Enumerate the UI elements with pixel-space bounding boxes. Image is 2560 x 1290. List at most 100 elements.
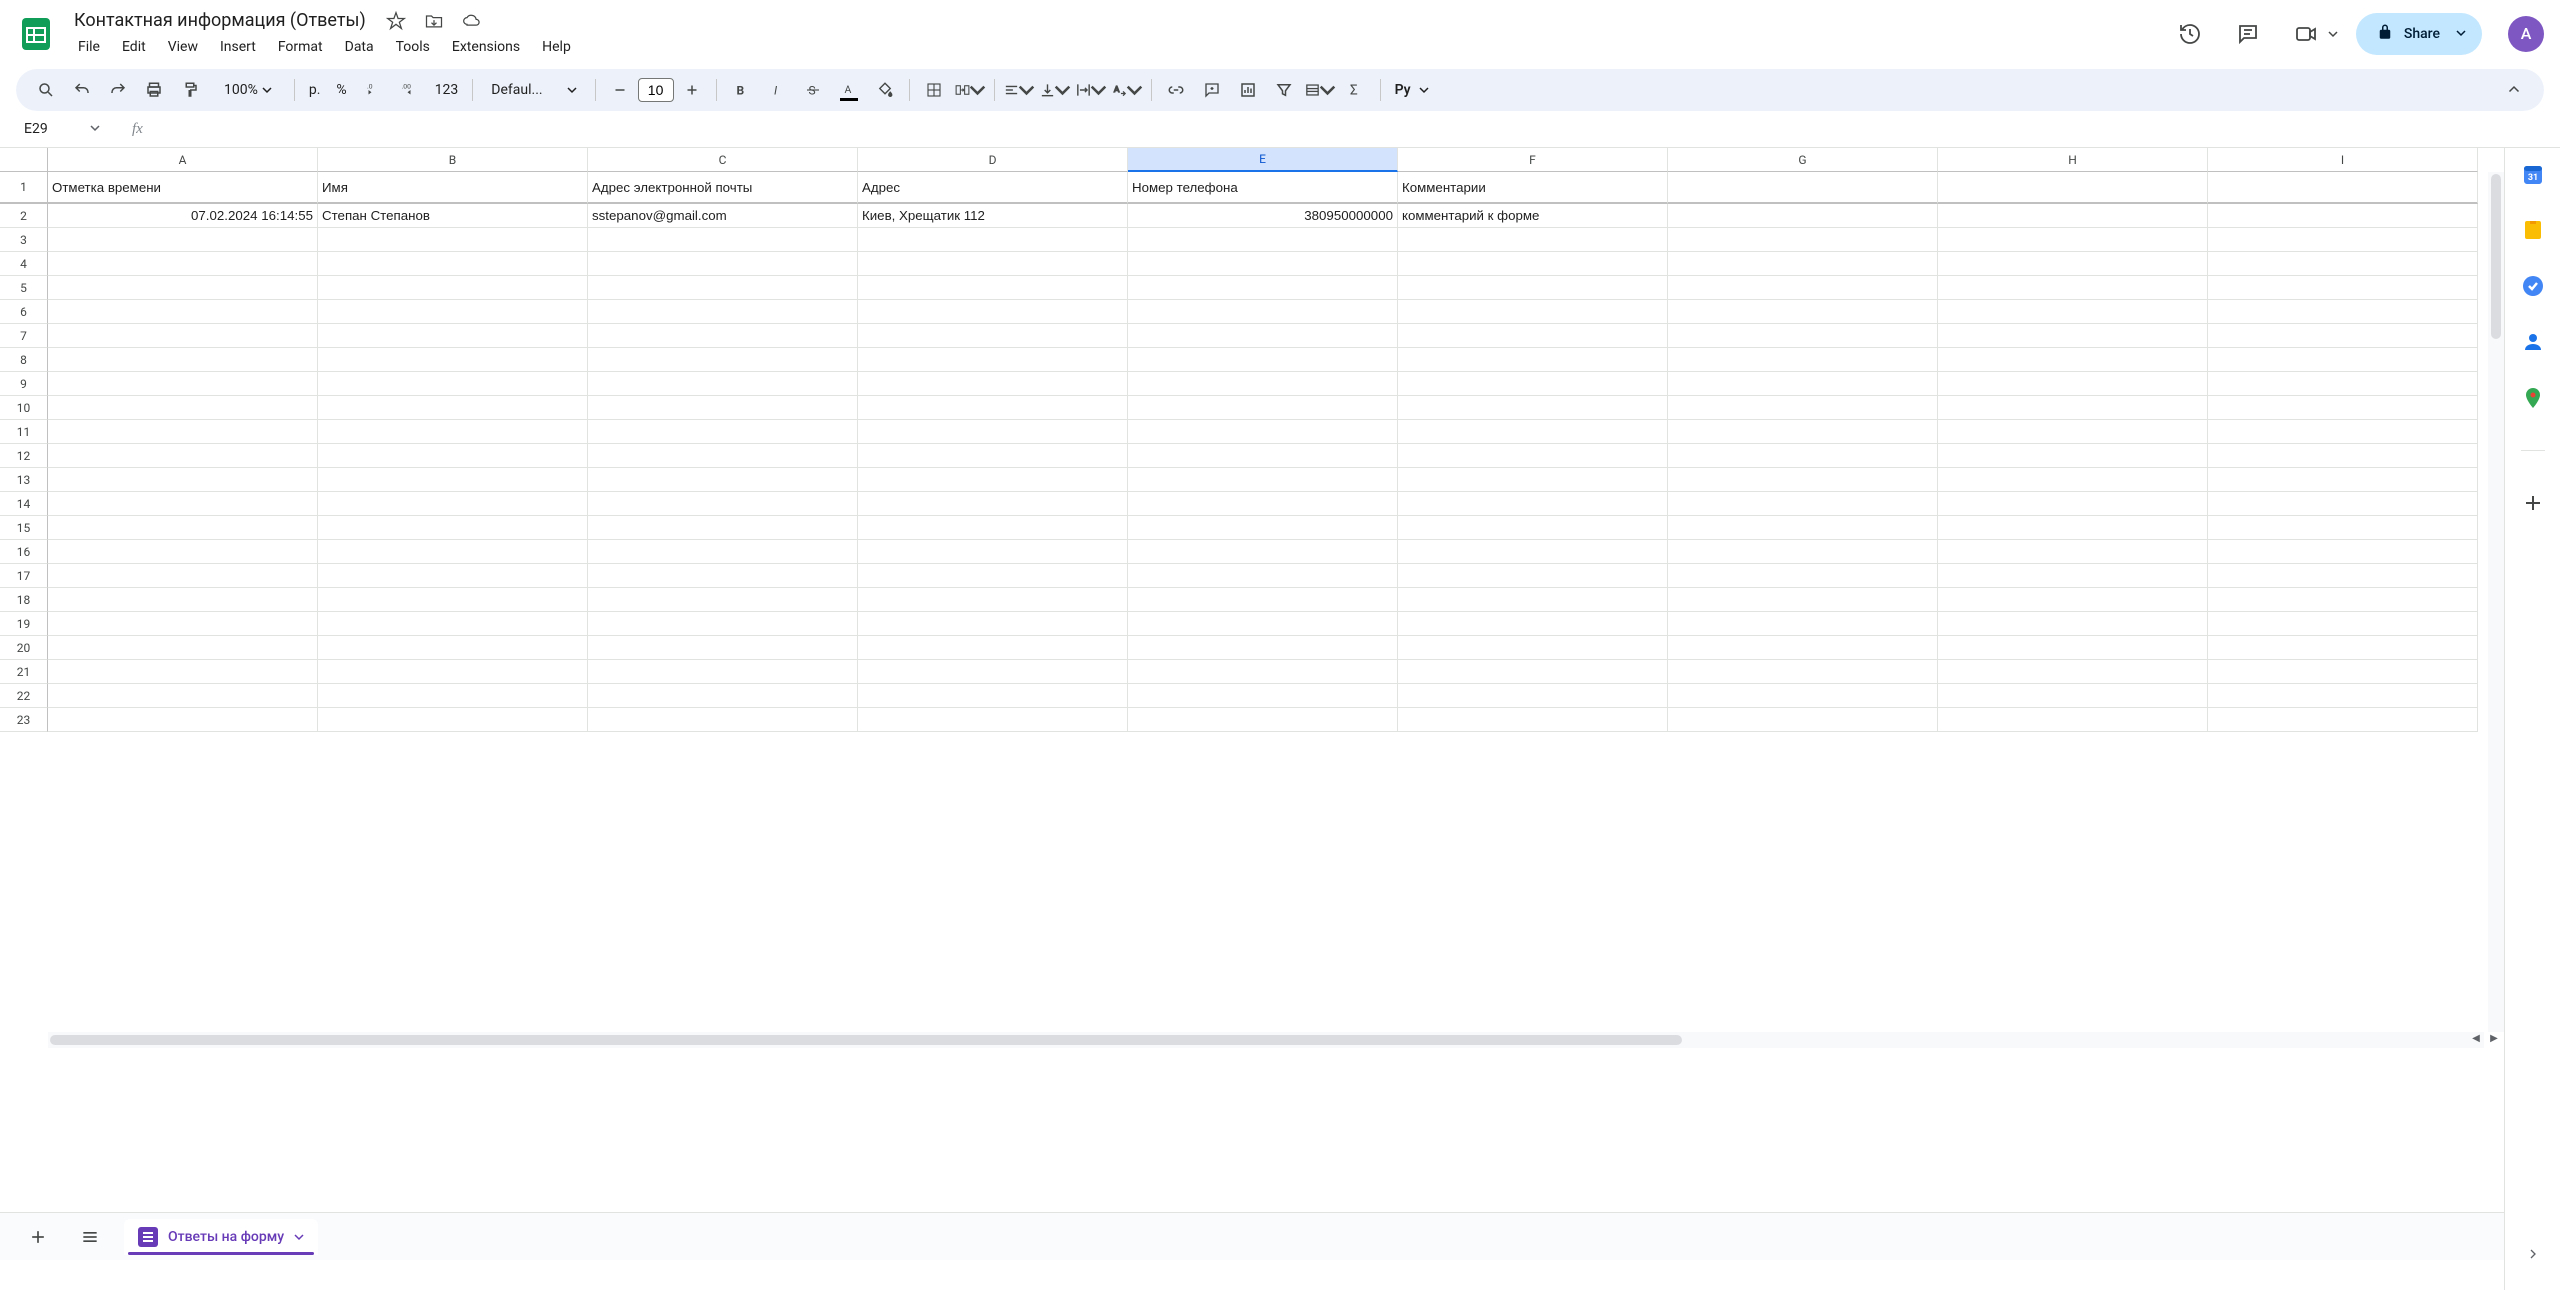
number-format-button[interactable]: 123 <box>429 82 465 98</box>
cell[interactable] <box>48 588 318 612</box>
cell[interactable] <box>858 252 1128 276</box>
sheet-tab[interactable]: Ответы на форму <box>124 1219 318 1255</box>
cell[interactable]: sstepanov@gmail.com <box>588 204 858 228</box>
cell[interactable] <box>1938 348 2208 372</box>
column-header[interactable]: B <box>318 148 588 172</box>
cell[interactable] <box>858 588 1128 612</box>
row-header[interactable]: 23 <box>0 708 48 732</box>
cell[interactable] <box>1128 660 1398 684</box>
row-header[interactable]: 7 <box>0 324 48 348</box>
row-header[interactable]: 12 <box>0 444 48 468</box>
cell[interactable]: Комментарии <box>1398 172 1668 204</box>
cell[interactable] <box>1938 396 2208 420</box>
calendar-icon[interactable]: 31 <box>2521 162 2545 186</box>
all-sheets-button[interactable] <box>72 1219 108 1255</box>
cell[interactable] <box>1128 228 1398 252</box>
tasks-icon[interactable] <box>2521 274 2545 298</box>
cell[interactable] <box>2208 564 2478 588</box>
cell[interactable] <box>1938 372 2208 396</box>
cell[interactable] <box>1938 172 2208 204</box>
decrease-decimal-icon[interactable]: .0 <box>357 75 389 105</box>
cell[interactable] <box>1938 708 2208 732</box>
cell[interactable]: комментарий к форме <box>1398 204 1668 228</box>
cell[interactable] <box>1938 636 2208 660</box>
cell[interactable] <box>1668 300 1938 324</box>
cell[interactable] <box>48 348 318 372</box>
column-header[interactable]: G <box>1668 148 1938 172</box>
cell[interactable] <box>858 684 1128 708</box>
spreadsheet[interactable]: ABCDEFGHI1Отметка времениИмяАдрес электр… <box>0 148 2504 1048</box>
cell[interactable] <box>858 636 1128 660</box>
cell[interactable] <box>858 396 1128 420</box>
cell[interactable] <box>1668 252 1938 276</box>
cell[interactable] <box>1398 420 1668 444</box>
search-menus-icon[interactable] <box>30 75 62 105</box>
cell[interactable]: Отметка времени <box>48 172 318 204</box>
cell[interactable] <box>1938 564 2208 588</box>
cell[interactable] <box>858 228 1128 252</box>
select-all-corner[interactable] <box>0 148 48 172</box>
zoom-select[interactable]: 100% <box>218 82 278 98</box>
cell[interactable] <box>1128 420 1398 444</box>
insert-link-icon[interactable] <box>1160 75 1192 105</box>
cell[interactable] <box>48 324 318 348</box>
cell[interactable] <box>318 612 588 636</box>
cell[interactable] <box>1938 420 2208 444</box>
cell[interactable] <box>1398 324 1668 348</box>
cell[interactable] <box>588 708 858 732</box>
cell[interactable] <box>588 396 858 420</box>
redo-icon[interactable] <box>102 75 134 105</box>
menu-help[interactable]: Help <box>532 35 581 59</box>
italic-icon[interactable]: I <box>761 75 793 105</box>
cell[interactable] <box>48 252 318 276</box>
cell[interactable] <box>48 396 318 420</box>
cell[interactable] <box>318 372 588 396</box>
cell[interactable] <box>318 540 588 564</box>
cell[interactable] <box>1128 492 1398 516</box>
row-header[interactable]: 1 <box>0 172 48 204</box>
cell[interactable] <box>1128 540 1398 564</box>
sheet-tab-dropdown-icon[interactable] <box>294 1227 304 1246</box>
add-addon-icon[interactable] <box>2521 491 2545 515</box>
cell[interactable] <box>2208 612 2478 636</box>
cell[interactable] <box>2208 660 2478 684</box>
row-header[interactable]: 5 <box>0 276 48 300</box>
formula-bar[interactable] <box>143 125 2560 133</box>
cell[interactable] <box>1128 612 1398 636</box>
column-header[interactable]: H <box>1938 148 2208 172</box>
cell[interactable] <box>1128 324 1398 348</box>
cell[interactable] <box>588 612 858 636</box>
cell[interactable] <box>1668 420 1938 444</box>
fontsize-input[interactable] <box>638 78 674 102</box>
cell[interactable] <box>48 708 318 732</box>
cell[interactable] <box>48 660 318 684</box>
cell[interactable] <box>1938 660 2208 684</box>
maps-icon[interactable] <box>2521 386 2545 410</box>
cell[interactable] <box>1398 228 1668 252</box>
cell[interactable] <box>588 348 858 372</box>
cell[interactable] <box>2208 172 2478 204</box>
cell[interactable] <box>1128 300 1398 324</box>
row-header[interactable]: 20 <box>0 636 48 660</box>
cell[interactable] <box>48 228 318 252</box>
cell[interactable] <box>48 444 318 468</box>
cell[interactable] <box>1938 468 2208 492</box>
cell[interactable] <box>2208 468 2478 492</box>
undo-icon[interactable] <box>66 75 98 105</box>
row-header[interactable]: 10 <box>0 396 48 420</box>
cell[interactable] <box>1668 492 1938 516</box>
cell[interactable] <box>318 396 588 420</box>
cell[interactable] <box>1398 612 1668 636</box>
cell[interactable] <box>48 564 318 588</box>
cell[interactable]: Имя <box>318 172 588 204</box>
cell[interactable] <box>2208 348 2478 372</box>
cell[interactable] <box>1938 492 2208 516</box>
cell[interactable] <box>2208 276 2478 300</box>
cell[interactable] <box>1668 660 1938 684</box>
cell[interactable] <box>318 516 588 540</box>
cell[interactable] <box>1668 564 1938 588</box>
cell[interactable] <box>1398 396 1668 420</box>
python-button[interactable]: Py <box>1389 82 1435 98</box>
cell[interactable] <box>1398 708 1668 732</box>
cell[interactable] <box>2208 588 2478 612</box>
